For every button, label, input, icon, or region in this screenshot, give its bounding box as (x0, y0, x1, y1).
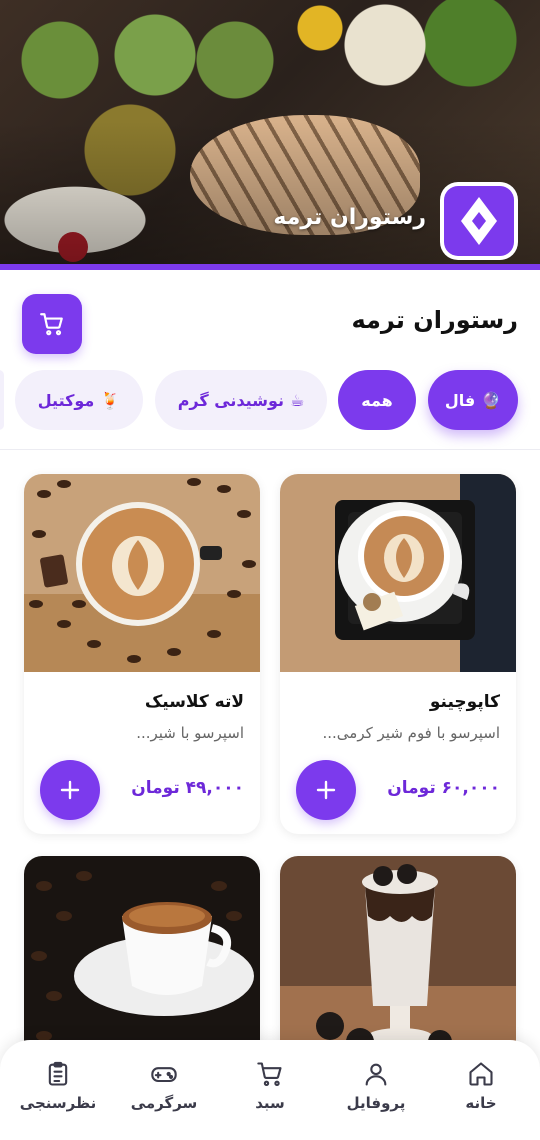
category-chip-overflow[interactable] (0, 370, 4, 430)
hero-restaurant-name: رستوران ترمه (273, 205, 426, 230)
nav-label: خانه (465, 1094, 497, 1112)
hot-drink-icon: ☕ (289, 390, 305, 410)
bottom-navigation: خانه پروفایل سبد سرگرمی نظرسنجی (0, 1040, 540, 1140)
user-icon (365, 1063, 387, 1086)
product-image-latte (24, 474, 260, 672)
category-label: فال (444, 390, 476, 410)
product-description: اسپرسو با شیر... (136, 724, 244, 742)
plus-icon (316, 780, 336, 800)
category-chip-mocktail[interactable]: 🍹 موکتیل (15, 370, 143, 430)
nav-survey[interactable]: نظرسنجی (18, 1060, 98, 1120)
page-title: رستوران ترمه (351, 306, 519, 334)
product-image-cappuccino (280, 474, 516, 672)
nav-label: پروفایل (346, 1094, 406, 1112)
hero-banner: رستوران ترمه (0, 0, 540, 270)
add-to-cart-button[interactable] (40, 760, 100, 820)
nav-profile[interactable]: پروفایل (336, 1060, 416, 1120)
product-card[interactable]: لاته کلاسیک اسپرسو با شیر... ۴۹,۰۰۰ توما… (24, 474, 260, 834)
nav-games[interactable]: سرگرمی (124, 1060, 204, 1120)
latte-photo (24, 474, 260, 672)
nav-label: سرگرمی (130, 1094, 198, 1112)
cocktail-icon: 🍹 (100, 390, 121, 410)
cappuccino-photo (280, 474, 516, 672)
restaurant-logo (440, 182, 518, 260)
category-bar: 🔮 فال همه ☕ نوشیدنی گرم 🍹 موکتیل (0, 370, 540, 434)
product-price: ۶۰,۰۰۰ تومان (387, 778, 500, 798)
cart-icon (257, 1062, 282, 1087)
product-price: ۴۹,۰۰۰ تومان (131, 778, 244, 798)
category-label: نوشیدنی گرم (177, 390, 284, 410)
section-divider (0, 449, 540, 450)
product-name: لاته کلاسیک (144, 692, 244, 712)
nav-cart[interactable]: سبد (230, 1060, 310, 1120)
category-label: موکتیل (37, 390, 95, 410)
page-header: رستوران ترمه (0, 276, 540, 356)
gamepad-icon (151, 1067, 177, 1083)
nav-label: سبد (255, 1094, 285, 1112)
cart-icon (40, 313, 63, 336)
add-to-cart-button[interactable] (296, 760, 356, 820)
category-label: همه (361, 390, 393, 410)
diamond-logo-icon (461, 197, 497, 245)
product-name: کاپوچینو (429, 692, 500, 712)
nav-home[interactable]: خانه (441, 1060, 521, 1120)
clipboard-icon (48, 1061, 68, 1086)
product-card[interactable]: کاپوچینو اسپرسو با فوم شیر کرمی... ۶۰,۰۰… (280, 474, 516, 834)
category-chip-fal[interactable]: 🔮 فال (428, 370, 518, 430)
cart-button[interactable] (22, 294, 82, 354)
crystal-ball-icon: 🔮 (481, 390, 502, 410)
category-chip-all[interactable]: همه (338, 370, 416, 430)
hero-accent-line (0, 264, 540, 270)
category-chip-hot-drink[interactable]: ☕ نوشیدنی گرم (155, 370, 327, 430)
home-icon (469, 1062, 493, 1086)
plus-icon (60, 780, 80, 800)
product-description: اسپرسو با فوم شیر کرمی... (322, 724, 500, 742)
nav-label: نظرسنجی (19, 1094, 97, 1112)
